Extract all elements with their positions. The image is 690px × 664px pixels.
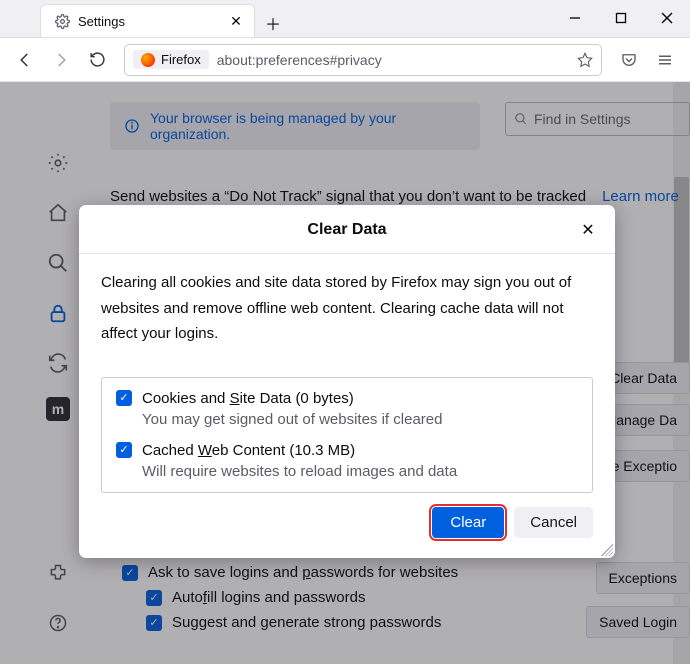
- firefox-icon: [141, 53, 155, 67]
- titlebar: Settings ✕ ＋: [0, 0, 690, 38]
- checkbox-icon: ✓: [116, 442, 132, 458]
- url-text: about:preferences#privacy: [217, 52, 382, 68]
- dialog-title: Clear Data: [117, 221, 577, 239]
- clear-data-dialog: Clear Data ✕ Clearing all cookies and si…: [79, 205, 615, 558]
- cache-subtext: Will require websites to reload images a…: [142, 463, 578, 480]
- dialog-intro-text: Clearing all cookies and site data store…: [79, 254, 615, 363]
- resize-handle[interactable]: [601, 544, 613, 556]
- checkbox-icon: ✓: [116, 390, 132, 406]
- clear-button[interactable]: Clear: [432, 507, 504, 538]
- cache-label: Cached Web Content (10.3 MB): [142, 442, 355, 459]
- cookies-option[interactable]: ✓ Cookies and Site Data (0 bytes): [116, 390, 578, 407]
- tab-title: Settings: [78, 14, 220, 29]
- reload-button[interactable]: [82, 45, 112, 75]
- cache-option[interactable]: ✓ Cached Web Content (10.3 MB): [116, 442, 578, 459]
- window-close-button[interactable]: [644, 0, 690, 37]
- pocket-button[interactable]: [614, 45, 644, 75]
- back-button[interactable]: [10, 45, 40, 75]
- cancel-button[interactable]: Cancel: [514, 507, 593, 538]
- bookmark-star-icon[interactable]: [577, 52, 593, 68]
- gear-icon: [55, 14, 70, 29]
- window-controls: [552, 0, 690, 37]
- dialog-close-button[interactable]: ✕: [577, 219, 599, 241]
- new-tab-button[interactable]: ＋: [259, 9, 287, 37]
- dialog-footer: Clear Cancel: [79, 493, 615, 552]
- nav-toolbar: Firefox about:preferences#privacy: [0, 38, 690, 82]
- clear-options: ✓ Cookies and Site Data (0 bytes) You ma…: [101, 377, 593, 493]
- minimize-button[interactable]: [552, 0, 598, 37]
- identity-box[interactable]: Firefox: [133, 50, 209, 69]
- tab-close-button[interactable]: ✕: [228, 13, 244, 29]
- dialog-header: Clear Data ✕: [79, 205, 615, 254]
- browser-tab[interactable]: Settings ✕: [40, 4, 255, 37]
- app-menu-button[interactable]: [650, 45, 680, 75]
- maximize-button[interactable]: [598, 0, 644, 37]
- forward-button[interactable]: [46, 45, 76, 75]
- cookies-label: Cookies and Site Data (0 bytes): [142, 390, 354, 407]
- cookies-subtext: You may get signed out of websites if cl…: [142, 411, 578, 428]
- url-bar[interactable]: Firefox about:preferences#privacy: [124, 44, 602, 76]
- identity-label: Firefox: [161, 52, 201, 67]
